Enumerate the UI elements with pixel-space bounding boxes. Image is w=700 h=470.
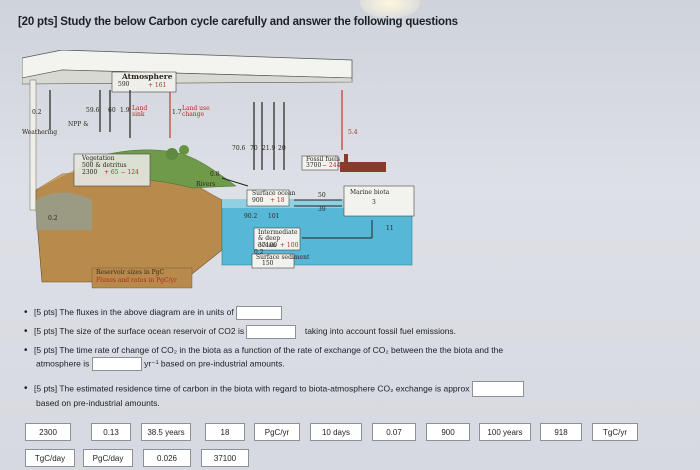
flux-0-8: 0.8: [210, 171, 220, 178]
option-10-days[interactable]: 10 days: [310, 423, 362, 441]
atmosphere-change: + 161: [148, 82, 167, 89]
question-1-text: [5 pts] The fluxes in the above diagram …: [34, 307, 234, 317]
ocean-flux-70-6: 70.6: [232, 145, 246, 152]
option-0-07[interactable]: 0.07: [372, 423, 416, 441]
surface-sediment-value: 150: [262, 260, 274, 267]
question-4-continued: based on pre-industrial amounts.: [36, 397, 160, 410]
rivers-label: Rivers: [196, 181, 216, 188]
question-3-continued: atmosphere is yr⁻¹ based on pre-industri…: [36, 357, 285, 371]
flux-101: 101: [268, 213, 280, 220]
marine-biota-value: 3: [372, 199, 376, 206]
vegetation-value: 2300: [82, 169, 98, 176]
option-918[interactable]: 918: [540, 423, 582, 441]
option-pgc-day[interactable]: PgC/day: [83, 449, 133, 467]
answer-field-3[interactable]: [91, 357, 142, 371]
flux-1-7: 1.7: [172, 109, 182, 116]
option-0-13[interactable]: 0.13: [91, 423, 131, 441]
option-37100[interactable]: 37100: [201, 449, 249, 467]
bullet: •: [24, 326, 28, 337]
marine-biota-label: Marine biota: [350, 189, 390, 196]
carbon-cycle-diagram: Atmosphere 590 + 161 0.2 Weathering 59.6…: [22, 50, 432, 290]
option-18[interactable]: 18: [205, 423, 245, 441]
option-2300[interactable]: 2300: [25, 423, 71, 441]
question-2-text-b: taking into account fossil fuel emission…: [304, 326, 457, 336]
weathering-label: Weathering: [22, 129, 58, 136]
question-title: [20 pts] Study the below Carbon cycle ca…: [18, 16, 458, 28]
land-use-change-label: Land use change: [182, 105, 210, 119]
flux-11: 11: [386, 225, 394, 232]
surface-ocean-value: 900: [252, 197, 264, 204]
question-2-text-a: [5 pts] The size of the surface ocean re…: [34, 326, 245, 336]
answer-field-2[interactable]: [246, 324, 297, 339]
flux-1-9: 1.9: [120, 107, 130, 114]
question-4-text-b: based on pre-industrial amounts.: [36, 398, 160, 408]
flux-50: 50: [318, 192, 326, 199]
bullet: •: [24, 307, 28, 318]
question-3-text-b1: atmosphere is: [36, 358, 90, 369]
question-2: • [5 pts] The size of the surface ocean r…: [24, 324, 456, 340]
atmosphere-label: Atmosphere: [122, 72, 173, 81]
flux-39: 39: [318, 206, 326, 213]
flux-59-6: 59.6: [86, 107, 100, 114]
question-3-text-a: [5 pts] The time rate of change of CO₂ i…: [34, 345, 504, 355]
flux-60: 60: [108, 107, 116, 114]
npp-label: NPP &: [68, 121, 89, 128]
option-0-026[interactable]: 0.026: [143, 449, 191, 467]
flux-90-2: 90.2: [244, 213, 258, 220]
question-4-text-a: [5 pts] The estimated residence time of …: [34, 383, 470, 394]
fossil-value: 3700: [306, 162, 322, 169]
answer-field-1[interactable]: [236, 305, 283, 320]
bullet: •: [24, 383, 28, 395]
question-1: • [5 pts] The fluxes in the above diagram…: [24, 305, 283, 321]
flux-0-2-weathering: 0.2: [48, 215, 58, 222]
option-tgc-day[interactable]: TgC/day: [25, 449, 75, 467]
option-tgc-yr[interactable]: TgC/yr: [592, 423, 638, 441]
ocean-flux-21-9: 21.9: [262, 145, 276, 152]
legend-reservoir: Reservoir sizes in PgC: [96, 269, 165, 276]
atmosphere-value: 590: [118, 81, 130, 88]
option-38-5-years[interactable]: 38.5 years: [141, 423, 191, 441]
option-pgc-yr[interactable]: PgC/yr: [254, 423, 300, 441]
land-sink-label: Land sink: [132, 105, 148, 119]
question-3-text-b2: yr⁻¹ based on pre-industrial amounts.: [144, 358, 285, 369]
answer-field-4[interactable]: [471, 381, 524, 397]
fossil-flux: 5.4: [348, 129, 358, 136]
vegetation-change: + 65 − 124: [104, 169, 139, 176]
legend-fluxes: Fluxes and rates in PgC/yr: [96, 277, 177, 284]
fossil-change: − 244: [322, 162, 341, 169]
ocean-flux-20: 20: [278, 145, 286, 152]
surface-ocean-change: + 18: [270, 197, 285, 204]
deep-ocean-change: + 100: [280, 242, 299, 249]
option-900[interactable]: 900: [426, 423, 470, 441]
bullet: •: [24, 345, 28, 356]
question-4: • [5 pts] The estimated residence time of…: [24, 381, 524, 397]
option-100-years[interactable]: 100 years: [479, 423, 531, 441]
flux-0-2-left: 0.2: [32, 109, 42, 116]
ocean-flux-70: 70: [250, 145, 258, 152]
